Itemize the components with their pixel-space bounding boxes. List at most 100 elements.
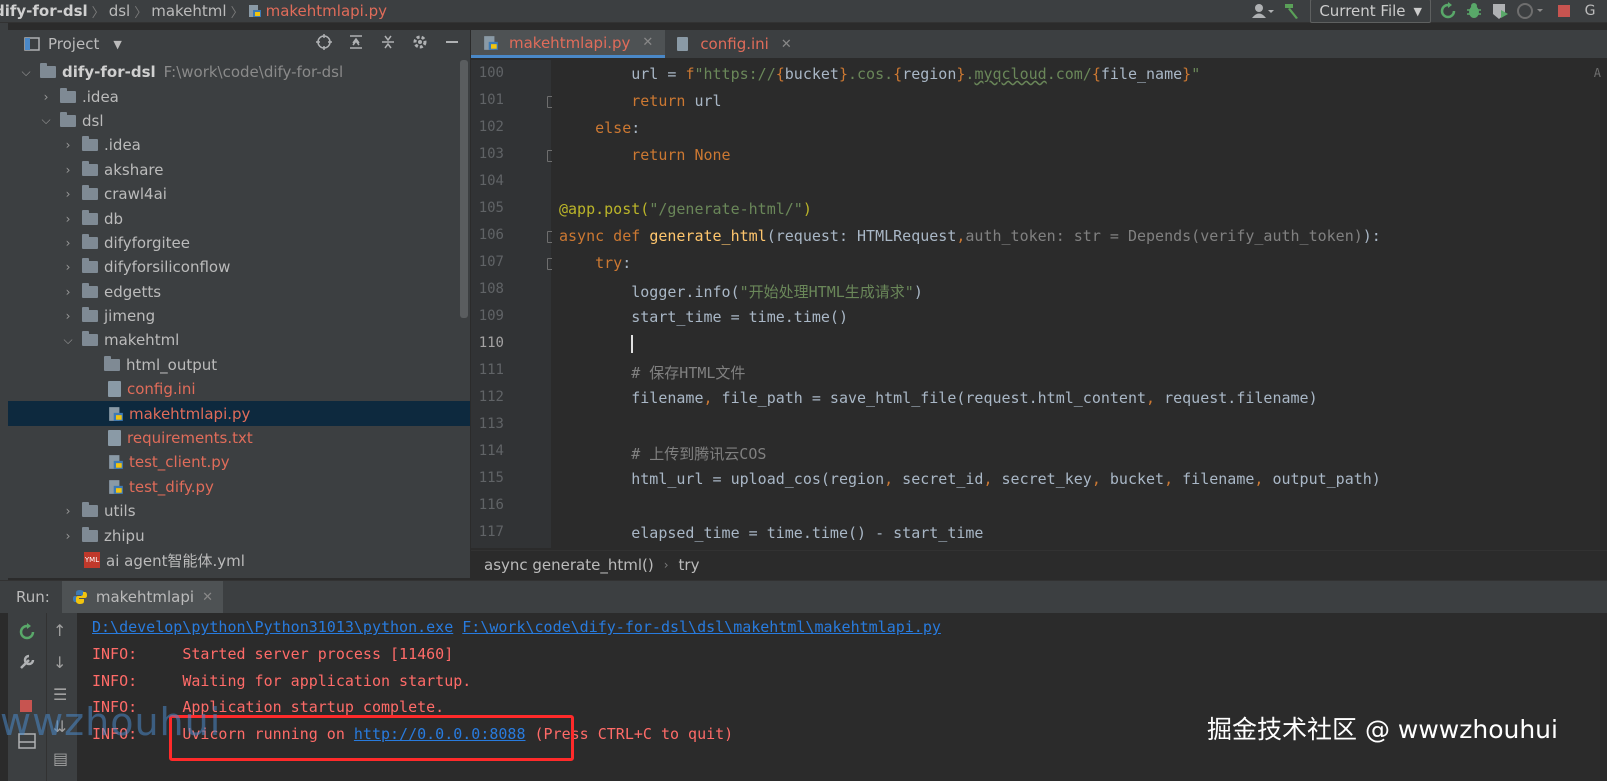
tree-item-db[interactable]: › db bbox=[8, 206, 470, 230]
tree-item-zhipu[interactable]: › zhipu bbox=[8, 523, 470, 547]
wrench-icon[interactable] bbox=[18, 653, 36, 675]
run-configuration-select[interactable]: Current File ▼ bbox=[1310, 0, 1431, 23]
folder-icon bbox=[82, 307, 98, 323]
folder-icon bbox=[82, 233, 98, 249]
code-editor[interactable]: url = f"https://{bucket}.cos.{region}.my… bbox=[552, 60, 1607, 548]
line-number: 117 bbox=[478, 524, 504, 540]
tree-item-difyforsiliconflow[interactable]: › difyforsiliconflow bbox=[8, 255, 470, 279]
tab-config-ini[interactable]: config.ini ✕ bbox=[665, 30, 803, 58]
close-icon[interactable]: ✕ bbox=[202, 590, 213, 605]
tab-label: makehtmlapi.py bbox=[509, 33, 631, 52]
tree-item-makehtml[interactable]: ⌵ makehtml bbox=[8, 328, 470, 352]
breadcrumb-file-label: makehtmlapi.py bbox=[265, 2, 387, 20]
gear-icon[interactable] bbox=[412, 34, 428, 54]
chevron-right-icon: › bbox=[43, 89, 49, 104]
tree-item-edgetts[interactable]: › edgetts bbox=[8, 280, 470, 304]
log-message: Waiting for application startup. bbox=[182, 672, 472, 690]
tree-item-label: akshare bbox=[104, 160, 164, 179]
tree-item-root[interactable]: ⌵ dify-for-dsl F:\work\code\dify-for-dsl bbox=[8, 60, 470, 84]
project-scrollbar[interactable] bbox=[460, 60, 468, 318]
tree-item-difyforgitee[interactable]: › difyforgitee bbox=[8, 231, 470, 255]
warning-icon[interactable]: A bbox=[1594, 66, 1601, 80]
tree-item-yml[interactable]: YML ai agent智能体.yml bbox=[8, 548, 470, 572]
chevron-right-icon: › bbox=[65, 211, 71, 226]
tree-item-test-dify[interactable]: test_dify.py bbox=[8, 475, 470, 499]
console-line: INFO: Waiting for application startup. bbox=[92, 672, 471, 690]
navigation-bar: dify-for-dsl 〉 dsl 〉 makehtml 〉 makehtml… bbox=[0, 0, 1607, 23]
project-tree: ⌵ dify-for-dsl F:\work\code\dify-for-dsl ›… bbox=[8, 60, 470, 572]
left-tool-stripe bbox=[0, 23, 8, 583]
tree-item-test-client[interactable]: test_client.py bbox=[8, 450, 470, 474]
chevron-right-icon: › bbox=[65, 260, 71, 275]
line-number: 102 bbox=[478, 119, 504, 135]
code-line-111: # 保存HTML文件 bbox=[631, 364, 746, 382]
close-icon[interactable]: ✕ bbox=[642, 35, 653, 50]
code-line-103: return None bbox=[631, 146, 731, 164]
close-icon[interactable]: ✕ bbox=[781, 37, 792, 52]
tree-item-idea[interactable]: › .idea bbox=[8, 84, 470, 108]
profile-icon[interactable] bbox=[1517, 1, 1547, 21]
tree-item-label: ai agent智能体.yml bbox=[106, 551, 245, 570]
python-exe-link[interactable]: D:\develop\python\Python31013\python.exe bbox=[92, 618, 453, 636]
line-number: 113 bbox=[478, 416, 504, 432]
line-number: 104 bbox=[478, 173, 504, 189]
log-level: INFO: bbox=[92, 672, 138, 690]
project-panel-title[interactable]: Project bbox=[48, 35, 99, 53]
folder-icon bbox=[82, 136, 98, 152]
breadcrumb-function[interactable]: async generate_html() bbox=[484, 556, 654, 574]
run-configuration-label: Current File bbox=[1319, 2, 1406, 20]
line-number: 106 bbox=[478, 227, 504, 243]
tree-item-utils[interactable]: › utils bbox=[8, 499, 470, 523]
tree-item-config-ini[interactable]: config.ini bbox=[8, 377, 470, 401]
python-file-icon bbox=[109, 406, 123, 421]
tree-item-dsl-idea[interactable]: › .idea bbox=[8, 133, 470, 157]
collapse-all-icon[interactable] bbox=[380, 34, 396, 54]
tree-item-label: dify-for-dsl bbox=[62, 63, 156, 82]
debug-icon[interactable] bbox=[1465, 1, 1483, 21]
line-number: 110 bbox=[478, 335, 504, 351]
arrow-up-icon[interactable]: ↑ bbox=[53, 621, 66, 640]
print-icon[interactable]: ▤ bbox=[53, 749, 68, 768]
rerun-icon[interactable] bbox=[18, 623, 36, 645]
tab-makehtmlapi[interactable]: makehtmlapi.py ✕ bbox=[471, 30, 666, 58]
chevron-right-icon: › bbox=[65, 309, 71, 324]
tree-item-crawl4ai[interactable]: › crawl4ai bbox=[8, 182, 470, 206]
arrow-down-icon[interactable]: ↓ bbox=[53, 653, 66, 672]
tab-label: config.ini bbox=[700, 35, 769, 53]
rerun-icon[interactable] bbox=[1439, 1, 1457, 21]
tree-item-label: difyforgitee bbox=[104, 233, 190, 252]
search-everywhere-icon[interactable]: G bbox=[1581, 1, 1599, 21]
log-message: Application startup complete. bbox=[182, 698, 445, 716]
tree-item-jimeng[interactable]: › jimeng bbox=[8, 304, 470, 328]
expand-all-icon[interactable] bbox=[348, 34, 364, 54]
breadcrumb-makehtml[interactable]: makehtml bbox=[147, 2, 230, 20]
tree-item-akshare[interactable]: › akshare bbox=[8, 158, 470, 182]
stop-icon[interactable] bbox=[1555, 1, 1573, 21]
tree-item-requirements[interactable]: requirements.txt bbox=[8, 426, 470, 450]
hide-panel-icon[interactable] bbox=[444, 34, 460, 54]
user-icon[interactable] bbox=[1252, 1, 1275, 21]
project-panel-header: Project ▼ bbox=[8, 30, 470, 58]
tree-item-html-output[interactable]: html_output bbox=[8, 353, 470, 377]
breadcrumb-dsl[interactable]: dsl bbox=[105, 2, 135, 20]
breadcrumb-try[interactable]: try bbox=[679, 556, 700, 574]
folder-icon bbox=[82, 282, 98, 298]
locate-file-icon[interactable] bbox=[316, 34, 332, 54]
chevron-down-icon: ⌵ bbox=[63, 332, 73, 347]
chevron-down-icon[interactable]: ▼ bbox=[113, 38, 121, 51]
tree-item-makehtmlapi[interactable]: makehtmlapi.py bbox=[8, 401, 470, 426]
folder-icon bbox=[104, 355, 120, 371]
folder-icon bbox=[82, 185, 98, 201]
build-hammer-icon[interactable] bbox=[1282, 1, 1302, 21]
breadcrumb-project[interactable]: dify-for-dsl bbox=[0, 2, 92, 20]
python-file-icon bbox=[248, 5, 261, 17]
script-path-link[interactable]: F:\work\code\dify-for-dsl\dsl\makehtml\m… bbox=[462, 618, 941, 636]
project-view-icon bbox=[24, 37, 40, 51]
breadcrumb-file[interactable]: makehtmlapi.py bbox=[244, 2, 391, 20]
code-line-109: start_time = time.time() bbox=[559, 308, 848, 326]
line-number: 100 bbox=[478, 65, 504, 81]
tree-item-dsl[interactable]: ⌵ dsl bbox=[8, 109, 470, 133]
run-tab[interactable]: makehtmlapi ✕ bbox=[61, 581, 223, 613]
coverage-icon[interactable] bbox=[1491, 1, 1509, 21]
line-number: 114 bbox=[478, 443, 504, 459]
